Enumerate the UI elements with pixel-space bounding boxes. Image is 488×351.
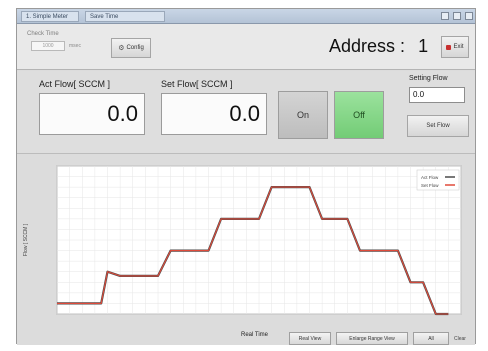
exit-icon	[446, 44, 452, 50]
enlarge-range-view-button[interactable]: Enlarge Range View	[336, 332, 408, 345]
address-value: 1	[418, 36, 429, 56]
app-window: 1. Simple Meter Save Time Check Time 100…	[16, 8, 476, 345]
set-flow-button[interactable]: Set Flow	[407, 115, 469, 137]
exit-label: Exit	[453, 44, 464, 50]
minimize-icon[interactable]	[441, 12, 449, 20]
setting-flow-input[interactable]: 0.0	[409, 87, 465, 103]
exit-button[interactable]: Exit	[441, 36, 469, 58]
on-button[interactable]: On	[278, 91, 328, 139]
all-button[interactable]: All	[413, 332, 449, 345]
act-flow-label: Act Flow[ SCCM ]	[39, 79, 111, 89]
flow-panel: Act Flow[ SCCM ] 0.0 Set Flow[ SCCM ] 0.…	[17, 71, 475, 153]
real-view-button[interactable]: Real View	[289, 332, 331, 345]
title-bar: 1. Simple Meter Save Time	[17, 9, 475, 24]
config-button[interactable]: ⚙ Config	[111, 38, 151, 58]
address-label: Address :	[329, 36, 406, 56]
tab-save-time[interactable]: Save Time	[85, 11, 165, 22]
check-time-unit: msec	[69, 43, 81, 49]
check-time-label: Check Time	[27, 31, 59, 37]
maximize-icon[interactable]	[453, 12, 461, 20]
toolbar: Check Time 1000 msec ⚙ Config Address : …	[17, 24, 475, 70]
check-time-input[interactable]: 1000	[31, 41, 65, 51]
chart-panel: Flow [ SCCM ] Act Flow Set Flow Real Time …	[17, 153, 475, 345]
set-flow-label: Set Flow[ SCCM ]	[161, 79, 233, 89]
legend-label-set-flow: Set Flow	[421, 183, 439, 188]
act-flow-display: 0.0	[39, 93, 145, 135]
legend-label-act-flow: Act Flow	[421, 175, 439, 180]
close-icon[interactable]	[465, 12, 473, 20]
tab-simple-meter[interactable]: 1. Simple Meter	[21, 11, 79, 22]
config-label: Config	[126, 45, 144, 51]
setting-flow-label: Setting Flow	[409, 75, 448, 82]
config-icon: ⚙	[118, 45, 125, 52]
x-axis-label: Real Time	[241, 332, 269, 338]
y-axis-label: Flow [ SCCM ]	[23, 223, 29, 256]
off-button[interactable]: Off	[334, 91, 384, 139]
address-display: Address : 1	[329, 36, 428, 57]
clear-button[interactable]: Clear	[454, 336, 466, 342]
set-flow-display: 0.0	[161, 93, 267, 135]
flow-chart: Flow [ SCCM ] Act Flow Set Flow	[23, 165, 462, 316]
